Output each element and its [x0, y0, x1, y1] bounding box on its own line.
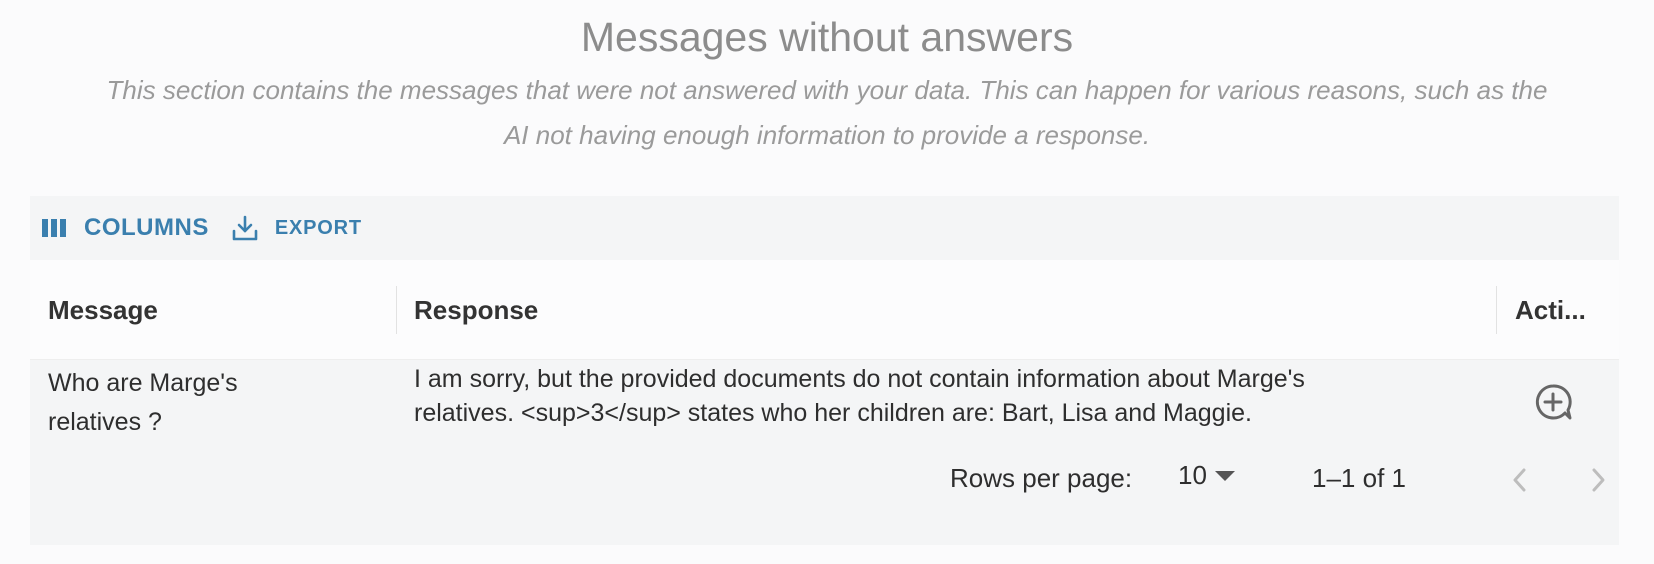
response-line-2: relatives. <sup>3</sup> states who her c… [414, 399, 1252, 427]
caret-down-icon [1214, 470, 1235, 482]
table-header: Message Response Acti... [30, 260, 1619, 360]
previous-page-button[interactable] [1510, 466, 1530, 501]
columns-icon [42, 218, 68, 238]
message-line-1: Who are Marge's [48, 369, 238, 397]
pagination-range: 1–1 of 1 [1312, 463, 1406, 493]
download-icon [231, 214, 259, 242]
rows-per-page-value: 10 [1178, 460, 1207, 490]
message-cell: Who are Marge's relatives ? [48, 364, 378, 442]
view-details-button[interactable] [1533, 382, 1573, 434]
message-line-2: relatives ? [48, 408, 162, 436]
export-button[interactable]: EXPORT [231, 214, 362, 242]
response-cell: I am sorry, but the provided documents d… [414, 362, 1504, 430]
rows-per-page-label: Rows per page: [950, 463, 1133, 493]
response-line-1: I am sorry, but the provided documents d… [414, 365, 1305, 393]
chevron-right-icon [1592, 468, 1605, 492]
columns-label: COLUMNS [84, 214, 209, 241]
column-header-response[interactable]: Response [414, 260, 538, 360]
rows-per-page-select[interactable]: 10 [1178, 460, 1235, 491]
chevron-left-icon [1513, 468, 1526, 492]
page-title: Messages without answers [580, 14, 1074, 60]
column-header-actions[interactable]: Acti... [1515, 260, 1610, 360]
next-page-button[interactable] [1588, 466, 1608, 501]
column-header-message[interactable]: Message [48, 260, 158, 360]
columns-button[interactable]: COLUMNS [42, 214, 209, 242]
page-subtitle: This section contains the messages that … [0, 68, 1654, 158]
table-body: Who are Marge's relatives ? I am sorry, … [30, 360, 1619, 545]
subtitle-line-2: AI not having enough information to prov… [503, 120, 1151, 150]
messages-table: Message Response Acti... Who are Marge's… [30, 260, 1619, 545]
subtitle-line-1: This section contains the messages that … [106, 75, 1548, 105]
page: Messages without answers This section co… [0, 0, 1654, 564]
grid-toolbar: COLUMNS EXPORT [30, 196, 1619, 260]
export-label: EXPORT [274, 216, 362, 239]
column-separator[interactable] [1496, 286, 1497, 334]
pagination: Rows per page: 10 1–1 of 1 [30, 460, 1619, 530]
comment-zoom-icon [1533, 382, 1573, 422]
column-separator[interactable] [396, 286, 397, 334]
